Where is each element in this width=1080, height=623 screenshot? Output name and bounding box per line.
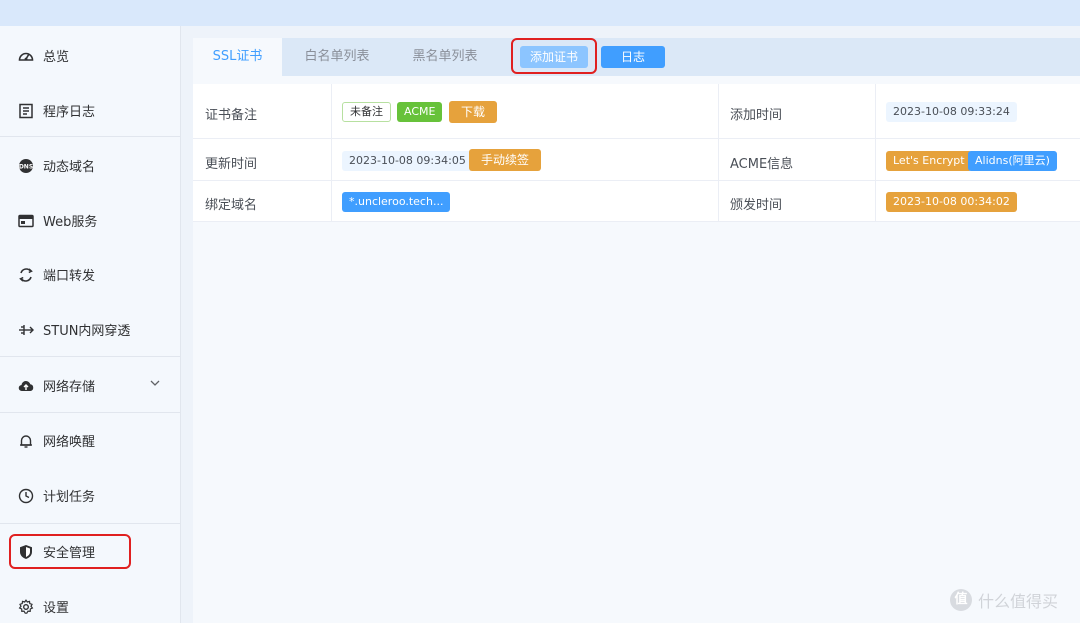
sidebar-item-port-forward[interactable]: 端口转发 <box>0 247 180 302</box>
download-button[interactable]: 下载 <box>449 101 498 123</box>
issued-time: 2023-10-08 00:34:02 <box>886 192 1017 212</box>
web-icon <box>18 213 34 229</box>
tab-ssl[interactable]: SSL证书 <box>193 38 282 76</box>
cloud-icon <box>18 378 34 394</box>
sidebar-item-label: 端口转发 <box>43 269 96 284</box>
gear-icon <box>18 598 34 615</box>
remark-label: 证书备注 <box>205 108 258 123</box>
issued-label: 颁发时间 <box>730 198 783 213</box>
sidebar-item-label: 动态域名 <box>43 160 96 175</box>
acme-dns-tag: Alidns(阿里云) <box>968 151 1057 171</box>
log-button[interactable]: 日志 <box>601 46 665 68</box>
sidebar-item-storage[interactable]: 网络存储 <box>0 358 180 413</box>
watermark-logo: 值 <box>950 589 972 611</box>
sidebar-item-settings[interactable]: 设置 <box>0 579 180 623</box>
sidebar-item-label: 网络存储 <box>43 380 96 395</box>
acme-tag: ACME <box>397 102 443 122</box>
main-panel: SSL证书 白名单列表 黑名单列表 添加证书 日志 证书备注 未备注 ACME … <box>193 38 1080 623</box>
bell-icon <box>18 433 34 449</box>
ddns-icon: DNS <box>18 158 34 174</box>
svg-text:DNS: DNS <box>19 163 33 170</box>
sidebar-divider <box>0 136 180 137</box>
tab-bar: SSL证书 白名单列表 黑名单列表 添加证书 日志 <box>193 38 1080 76</box>
cert-table: 证书备注 未备注 ACME 下载 添加时间 2023-10-08 09:33:2… <box>193 84 1080 222</box>
sidebar-item-stun[interactable]: STUN内网穿透 <box>0 302 180 357</box>
stun-icon <box>18 322 34 338</box>
clock-icon <box>18 488 34 504</box>
sidebar-item-label: STUN内网穿透 <box>43 324 131 339</box>
domain-label: 绑定域名 <box>205 198 258 213</box>
watermark-text: 什么值得买 <box>978 592 1059 611</box>
acme-provider-tag: Let's Encrypt <box>886 151 972 171</box>
remark-tag: 未备注 <box>342 102 391 122</box>
watermark: 值 什么值得买 <box>950 588 1058 612</box>
updated-time: 2023-10-08 09:34:05 <box>342 151 473 171</box>
sidebar-item-tasks[interactable]: 计划任务 <box>0 468 180 523</box>
highlight-add-cert <box>511 38 597 74</box>
sidebar-item-logs[interactable]: 程序日志 <box>0 83 180 138</box>
renew-button[interactable]: 手动续签 <box>469 149 542 171</box>
table-row: 绑定域名 *.uncleroo.tech... 颁发时间 2023-10-08 … <box>193 181 1080 222</box>
chevron-down-icon[interactable] <box>150 378 160 388</box>
added-label: 添加时间 <box>730 108 783 123</box>
sidebar-item-wol[interactable]: 网络唤醒 <box>0 413 180 468</box>
dashboard-icon <box>18 48 34 64</box>
highlight-security <box>9 534 131 569</box>
sidebar-item-web[interactable]: Web服务 <box>0 193 180 248</box>
log-icon <box>18 103 34 119</box>
sidebar-item-ddns[interactable]: DNS 动态域名 <box>0 138 180 193</box>
sidebar-item-label: 程序日志 <box>43 105 96 120</box>
tab-whitelist[interactable]: 白名单列表 <box>289 38 385 76</box>
domain-tag: *.uncleroo.tech... <box>342 192 451 212</box>
sidebar-item-overview[interactable]: 总览 <box>0 28 180 83</box>
sidebar-item-label: Web服务 <box>43 215 98 230</box>
table-row: 证书备注 未备注 ACME 下载 添加时间 2023-10-08 09:33:2… <box>193 84 1080 139</box>
tab-blacklist[interactable]: 黑名单列表 <box>397 38 493 76</box>
updated-label: 更新时间 <box>205 157 258 172</box>
port-forward-icon <box>18 267 34 283</box>
sidebar-item-label: 计划任务 <box>43 490 96 505</box>
top-bar <box>0 0 1080 26</box>
acme-info-label: ACME信息 <box>730 157 794 172</box>
sidebar-item-label: 网络唤醒 <box>43 435 96 450</box>
sidebar-divider <box>0 356 180 357</box>
sidebar-item-label: 设置 <box>43 601 70 616</box>
table-row: 更新时间 2023-10-08 09:34:05 手动续签 ACME信息 Let… <box>193 139 1080 181</box>
sidebar-item-label: 总览 <box>43 50 70 65</box>
added-time: 2023-10-08 09:33:24 <box>886 102 1017 122</box>
